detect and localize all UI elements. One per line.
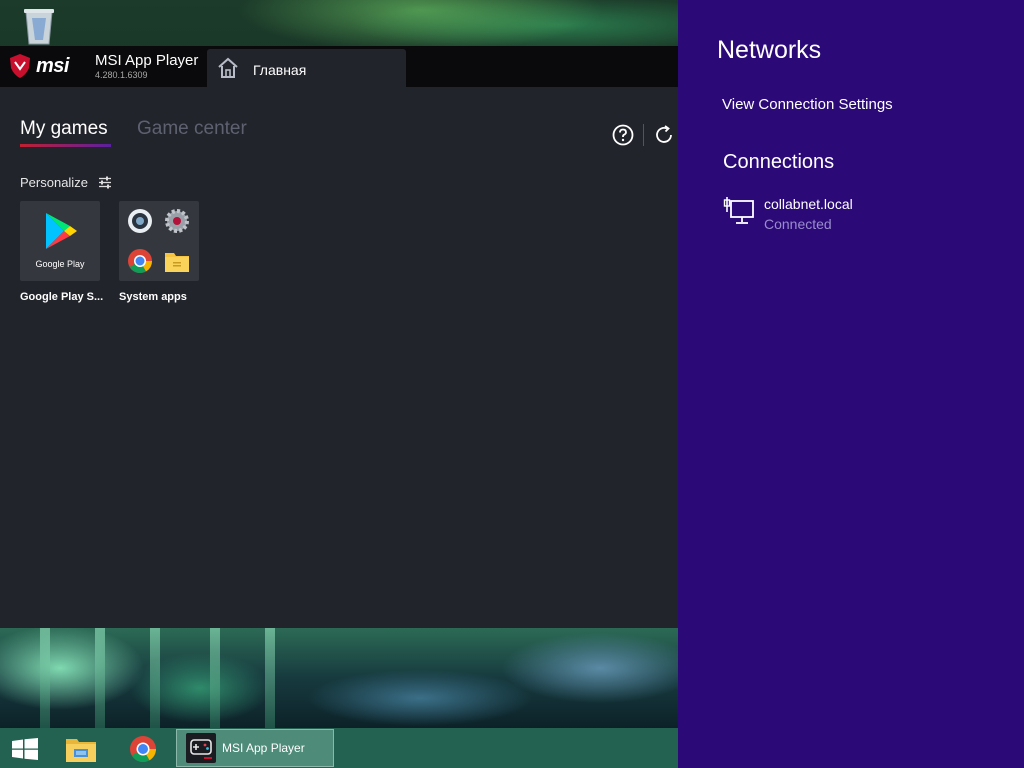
file-manager-icon <box>165 253 189 272</box>
chrome-icon[interactable] <box>128 734 158 764</box>
msi-logo: msi <box>8 53 69 79</box>
title-bar: msi MSI App Player 4.280.1.6309 Главная <box>0 46 678 87</box>
home-tab-label: Главная <box>253 62 307 78</box>
file-explorer-icon[interactable] <box>64 734 98 764</box>
taskbar-msi-label: MSI App Player <box>222 741 305 755</box>
connections-heading: Connections <box>723 151 835 173</box>
msi-app-player-icon <box>186 733 216 763</box>
tab-my-games[interactable]: My games <box>20 118 108 140</box>
networks-title: Networks <box>717 36 822 64</box>
connection-name[interactable]: collabnet.local <box>764 196 853 212</box>
system-apps-tile[interactable] <box>119 201 199 281</box>
refresh-icon[interactable] <box>653 124 675 146</box>
recycle-bin-icon[interactable] <box>20 6 58 46</box>
tab-game-center[interactable]: Game center <box>137 118 247 140</box>
google-play-icon <box>46 213 77 249</box>
toolbar-divider <box>643 124 644 146</box>
msi-app-player-window: msi MSI App Player 4.280.1.6309 Главная … <box>0 46 678 628</box>
msi-wordmark: msi <box>36 54 69 77</box>
app-version: 4.280.1.6309 <box>95 70 148 80</box>
google-play-store-tile[interactable]: Google Play <box>20 201 100 281</box>
wallpaper-ice-scene <box>0 628 680 728</box>
help-icon[interactable] <box>612 124 634 146</box>
home-icon <box>218 57 238 78</box>
home-tab[interactable]: Главная <box>207 49 406 87</box>
taskbar-msi-app-player[interactable]: MSI App Player <box>176 729 334 767</box>
google-play-caption: Google Play <box>35 259 85 269</box>
personalize-label[interactable]: Personalize <box>20 175 88 190</box>
chrome-icon <box>128 249 152 274</box>
sliders-icon[interactable] <box>98 176 112 189</box>
camera-icon <box>128 209 152 233</box>
view-connection-settings-link[interactable]: View Connection Settings <box>722 96 893 113</box>
wired-network-icon <box>723 197 754 224</box>
settings-gear-icon <box>165 209 189 233</box>
windows-start-icon[interactable] <box>11 738 39 760</box>
msi-shield-icon <box>10 54 30 78</box>
google-play-store-label: Google Play S... <box>20 291 104 303</box>
app-name: MSI App Player <box>95 52 199 69</box>
taskbar: MSI App Player <box>0 728 678 768</box>
networks-panel: Networks View Connection Settings Connec… <box>678 0 1024 768</box>
connection-status: Connected <box>764 216 832 232</box>
active-tab-indicator <box>20 144 111 147</box>
system-apps-label: System apps <box>119 291 187 303</box>
